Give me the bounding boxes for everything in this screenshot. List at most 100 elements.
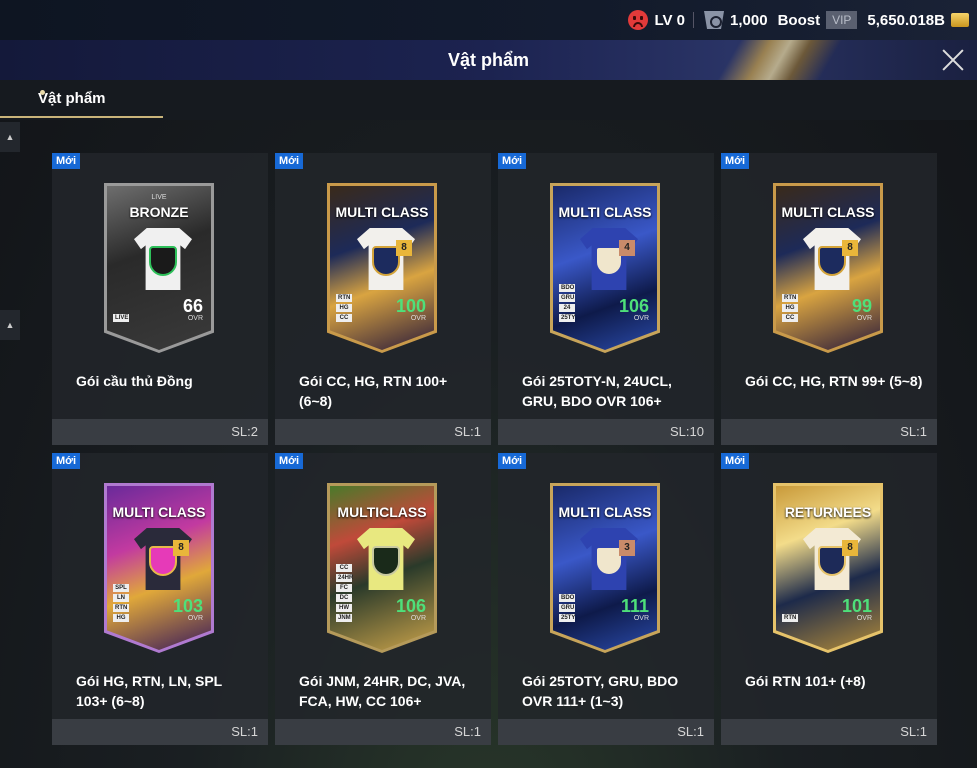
class-chip: BDO xyxy=(559,284,575,292)
pack-image: MULTI CLASS 8 RTN HG CC 100 OVR xyxy=(327,183,437,353)
item-quantity: SL:1 xyxy=(900,724,927,739)
class-chip: CC xyxy=(336,564,352,572)
ovr-label: OVR xyxy=(410,615,426,622)
new-badge: Mới xyxy=(498,153,527,169)
ovr-number: 66 xyxy=(182,296,203,316)
item-card[interactable]: Mới MULTI CLASS 8 SPL LN RTN HG 103 OVR Gói… xyxy=(52,453,268,745)
vip-badge: VIP xyxy=(826,11,858,29)
class-chip: CC xyxy=(336,314,352,322)
pack-label: RETURNEES xyxy=(784,504,872,520)
item-card[interactable]: Mới MULTI CLASS 8 RTN HG CC 100 OVR Gói CC… xyxy=(275,153,491,445)
new-badge: Mới xyxy=(275,153,304,169)
class-chip: 24 xyxy=(559,304,575,312)
class-chip: HW xyxy=(336,604,352,612)
pack-label: BRONZE xyxy=(129,204,189,220)
pack-label: MULTICLASS xyxy=(337,504,427,520)
item-card[interactable]: Mới MULTI CLASS 3 BDO GRU 25TY 111 OVR Gói… xyxy=(498,453,714,745)
class-chips: RTN HG CC xyxy=(782,294,798,322)
class-chips: RTN xyxy=(782,614,798,622)
item-card[interactable]: Mới MULTI CLASS 8 RTN HG CC 99 OVR Gói CC,… xyxy=(721,153,937,445)
item-name: Gói 25TOTY, GRU, BDO OVR 111+ (1~3) xyxy=(522,673,679,709)
item-name: Gói cầu thủ Đồng xyxy=(76,373,193,389)
crest-icon xyxy=(372,546,400,576)
level-badge: 3 xyxy=(619,540,635,556)
ovr-label: OVR xyxy=(410,315,426,322)
tab-indicator-dot xyxy=(40,90,45,95)
tab-items[interactable]: Vật phẩm xyxy=(0,80,163,118)
pack-image: RETURNEES 8 RTN 101 OVR xyxy=(773,483,883,653)
class-chip: BDO xyxy=(559,594,575,602)
item-quantity: SL:2 xyxy=(231,424,258,439)
pack-label: MULTI CLASS xyxy=(112,504,206,520)
pack-image: MULTI CLASS 8 SPL LN RTN HG 103 OVR xyxy=(104,483,214,653)
item-name: Gói HG, RTN, LN, SPL 103+ (6~8) xyxy=(76,673,222,709)
class-chip: FC xyxy=(336,584,352,592)
class-chip: LN xyxy=(113,594,129,602)
badge-icon xyxy=(704,11,725,29)
page-title: Vật phẩm xyxy=(447,49,530,70)
ovr-value: 100 OVR xyxy=(396,296,426,322)
item-name: Gói CC, HG, RTN 100+ (6~8) xyxy=(299,373,448,409)
ovr-label: OVR xyxy=(187,315,203,322)
item-name: Gói CC, HG, RTN 99+ (5~8) xyxy=(745,373,923,389)
level-badge: 8 xyxy=(842,540,858,556)
status-bar: LV 0 1,000 Boost VIP 5,650.018B xyxy=(0,0,977,40)
ovr-value: 106 OVR xyxy=(619,296,649,322)
pack-image: MULTI CLASS 8 RTN HG CC 99 OVR xyxy=(773,183,883,353)
ovr-value: 111 OVR xyxy=(621,596,649,622)
level-badge: 8 xyxy=(842,240,858,256)
level-badge: 8 xyxy=(396,240,412,256)
tab-label: Vật phẩm xyxy=(38,89,106,107)
class-chip: GRU xyxy=(559,604,575,612)
level-badge: 4 xyxy=(619,240,635,256)
item-card[interactable]: Mới MULTI CLASS 4 BDO GRU 24 25TY 106 OVR G… xyxy=(498,153,714,445)
ovr-value: 103 OVR xyxy=(173,596,203,622)
header-decoration xyxy=(700,40,880,80)
boost-indicator[interactable]: Boost VIP xyxy=(778,11,858,29)
ovr-label: OVR xyxy=(633,615,649,622)
points-indicator[interactable]: 1,000 xyxy=(704,11,768,29)
item-footer: SL:1 xyxy=(275,719,491,745)
ovr-number: 103 xyxy=(172,596,203,616)
points-text: 1,000 xyxy=(730,11,768,29)
collapse-up-icon[interactable]: ▲ xyxy=(0,122,20,152)
new-badge: Mới xyxy=(498,453,527,469)
item-quantity: SL:1 xyxy=(454,424,481,439)
ovr-number: 99 xyxy=(851,296,872,316)
item-quantity: SL:10 xyxy=(670,424,704,439)
class-chip: GRU xyxy=(559,294,575,302)
coin-icon xyxy=(951,13,969,27)
pack-sublabel: LIVE xyxy=(151,194,167,201)
class-chips: BDO GRU 25TY xyxy=(559,594,575,622)
ovr-value: 101 OVR xyxy=(842,596,872,622)
item-card[interactable]: Mới LIVE BRONZE LIVE 66 OVR Gói cầu thủ … xyxy=(52,153,268,445)
title-bar: Vật phẩm xyxy=(0,40,977,80)
close-icon[interactable] xyxy=(939,46,967,74)
item-card[interactable]: Mới MULTICLASS CC 24HR FC DC HW JNM 106 OVR G… xyxy=(275,453,491,745)
class-chip: DC xyxy=(336,594,352,602)
pack-label: MULTI CLASS xyxy=(335,204,429,220)
ovr-label: OVR xyxy=(633,315,649,322)
item-footer: SL:1 xyxy=(52,719,268,745)
class-chip: JNM xyxy=(336,614,352,622)
item-quantity: SL:1 xyxy=(231,724,258,739)
class-chip: RTN xyxy=(782,614,798,622)
level-indicator[interactable]: LV 0 xyxy=(628,10,685,30)
ovr-number: 101 xyxy=(841,596,872,616)
class-chip: HG xyxy=(782,304,798,312)
pack-image: MULTI CLASS 3 BDO GRU 25TY 111 OVR xyxy=(550,483,660,653)
new-badge: Mới xyxy=(275,453,304,469)
pack-label: MULTI CLASS xyxy=(558,504,652,520)
class-chips: SPL LN RTN HG xyxy=(113,584,129,622)
item-card[interactable]: Mới RETURNEES 8 RTN 101 OVR Gói RTN 101+… xyxy=(721,453,937,745)
balance-indicator[interactable]: 5,650.018B xyxy=(867,12,969,29)
class-chip: HG xyxy=(113,614,129,622)
item-footer: SL:1 xyxy=(721,719,937,745)
item-name: Gói RTN 101+ (+8) xyxy=(745,673,866,689)
collapse-up-icon[interactable]: ▲ xyxy=(0,310,20,340)
level-text: LV 0 xyxy=(654,11,686,29)
new-badge: Mới xyxy=(52,453,81,469)
class-chips: RTN HG CC xyxy=(336,294,352,322)
balance-text: 5,650.018B xyxy=(867,11,945,29)
divider xyxy=(693,12,695,28)
